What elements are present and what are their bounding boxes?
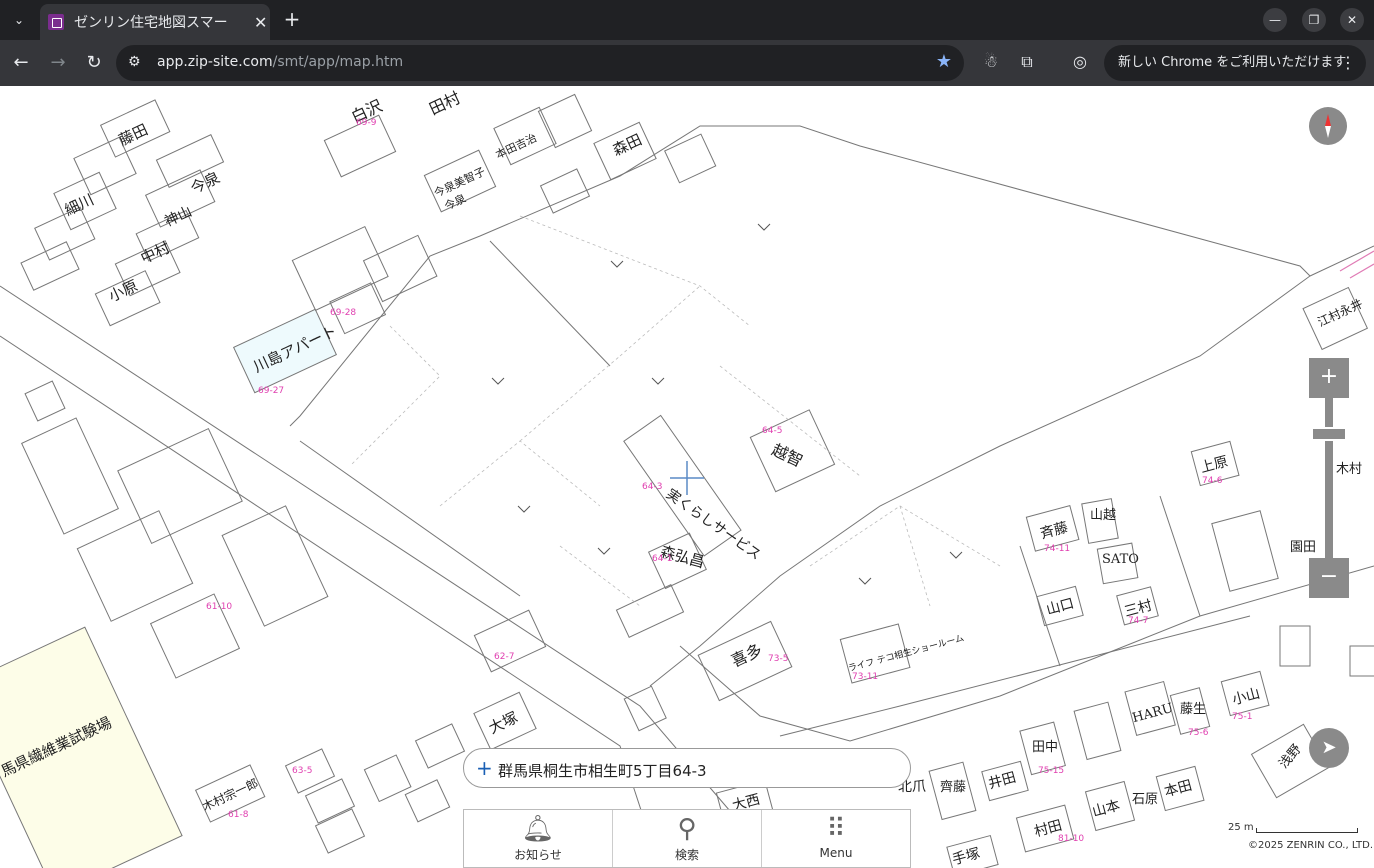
copyright-text: ©2025 ZENRIN CO., LTD. <box>1248 840 1373 851</box>
scale-label: 25 m <box>1228 822 1254 833</box>
address-bar[interactable]: ⚙ app.zip-site.com/smt/app/map.htm ★ <box>116 45 964 81</box>
site-info-icon[interactable]: ⚙ <box>128 54 141 70</box>
restore-button[interactable]: ❐ <box>1302 8 1326 32</box>
back-button[interactable]: ← <box>8 50 34 76</box>
map-label: 園田 <box>1290 540 1317 555</box>
scale-bar <box>1256 828 1358 833</box>
reload-button[interactable]: ↻ <box>81 50 107 76</box>
lot-number: 75-6 <box>1188 728 1209 738</box>
address-text: 群馬県桐生市相生町5丁目64-3 <box>498 762 707 780</box>
lot-number: 73-11 <box>852 672 879 682</box>
more-menu-icon[interactable]: ⋮ <box>1340 45 1356 81</box>
browser-tab[interactable]: ゼンリン住宅地図スマー ✕ <box>40 4 270 40</box>
close-tab-icon[interactable]: ✕ <box>254 13 267 32</box>
forward-button[interactable]: → <box>45 50 71 76</box>
chrome-update-button[interactable]: 新しい Chrome をご利用いただけます ⋮ <box>1104 45 1366 81</box>
lot-number: 64-3 <box>642 482 663 492</box>
map-label: 田中 <box>1032 740 1059 755</box>
lot-number: 61-8 <box>228 810 249 820</box>
bell-icon: 🔔︎ <box>521 814 555 844</box>
zoom-slider-track[interactable] <box>1325 398 1333 558</box>
close-window-button[interactable]: ✕ <box>1340 8 1364 32</box>
lot-number: 74-11 <box>1044 544 1071 554</box>
lot-number: 74-7 <box>1128 616 1149 626</box>
browser-toolbar: ← → ↻ ⚙ app.zip-site.com/smt/app/map.htm… <box>0 40 1374 86</box>
lot-number: 75-15 <box>1038 766 1065 776</box>
map-label: 藤生 <box>1180 702 1207 717</box>
tab-search-button[interactable]: ⌄ <box>6 8 32 32</box>
address-display[interactable]: + 群馬県桐生市相生町5丁目64-3 <box>463 748 911 788</box>
menu-search[interactable]: ⚲ 検索 <box>613 810 762 867</box>
map-label: 山越 <box>1090 508 1117 523</box>
current-location-button[interactable]: ➤ <box>1309 728 1349 768</box>
new-tab-button[interactable]: + <box>280 8 304 32</box>
search-icon: ⚲ <box>677 814 697 844</box>
lot-number: 64-5 <box>762 426 783 436</box>
bottom-menu: 🔔︎ お知らせ ⚲ 検索 ⠿ Menu <box>463 809 911 868</box>
bookmark-star-icon[interactable]: ★ <box>936 51 952 72</box>
crosshair-plus-icon: + <box>476 756 493 780</box>
grid-icon: ⠿ <box>826 814 846 844</box>
lot-number: 74-6 <box>1202 476 1223 486</box>
zenrin-map[interactable]: 白沢 田村 森田 藤田 今泉 細川 神山 中村 小原 本田吉治 今泉美智子 今泉… <box>0 86 1374 868</box>
map-label: 石原 <box>1132 792 1159 807</box>
menu-menu[interactable]: ⠿ Menu <box>762 810 910 867</box>
lot-number: 64-1 <box>652 554 673 564</box>
lot-number: 63-5 <box>292 766 313 776</box>
lot-number: 61-10 <box>206 602 233 612</box>
map-label: 木村 <box>1336 462 1363 477</box>
extensions-puzzle-icon[interactable]: ⧉ <box>1016 52 1038 74</box>
lot-number: 62-7 <box>494 652 515 662</box>
lot-number: 73-5 <box>768 654 789 664</box>
menu-notifications[interactable]: 🔔︎ お知らせ <box>464 810 613 867</box>
zoom-out-button[interactable]: − <box>1309 558 1349 598</box>
map-label: 齊藤 <box>940 780 967 795</box>
tab-title: ゼンリン住宅地図スマー <box>74 15 228 31</box>
url-text[interactable]: app.zip-site.com/smt/app/map.htm <box>157 54 403 70</box>
lot-number: 81-10 <box>1058 834 1085 844</box>
minimize-button[interactable]: — <box>1263 8 1287 32</box>
extension-icon[interactable]: ☃ <box>980 52 1002 74</box>
lot-number: 75-1 <box>1232 712 1253 722</box>
zoom-slider-handle[interactable] <box>1311 427 1347 441</box>
zenrin-favicon-icon <box>48 14 64 30</box>
compass-icon[interactable] <box>1309 107 1347 145</box>
zoom-in-button[interactable]: + <box>1309 358 1349 398</box>
lot-number: 69-28 <box>330 308 357 318</box>
browser-tab-strip: ⌄ ゼンリン住宅地図スマー ✕ + — ❐ ✕ <box>0 0 1374 40</box>
profile-icon[interactable]: ◎ <box>1069 52 1091 74</box>
lot-number: 69-27 <box>258 386 285 396</box>
lot-number: 69-9 <box>356 118 377 128</box>
map-label: SATO <box>1102 552 1139 567</box>
